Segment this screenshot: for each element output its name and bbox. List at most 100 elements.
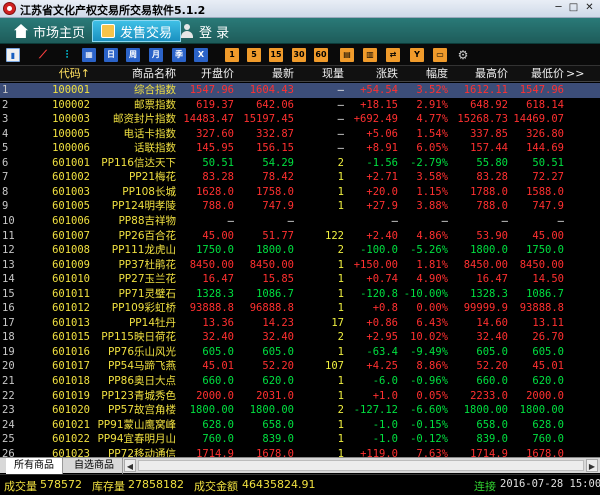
table-row[interactable]: 13 601009 PP37杜鹃花 8450.00 8450.00 1 +150.00 1.8… (0, 258, 600, 273)
table-row[interactable]: 12 601008 PP111龙虎山 1750.0 1800.0 2 -100.0 -5.26… (0, 243, 600, 258)
scroll-right-button[interactable]: ▶ (586, 459, 598, 472)
cell-last: 14.23 (262, 316, 294, 329)
line-chart-icon[interactable]: ⟋ (36, 48, 50, 62)
tab-all-products[interactable]: 所有商品 (6, 458, 63, 474)
table-row[interactable]: 24 601021 PP91蒙山鹰窝峰 628.0 658.0 1 -1.0 -0.15% 65… (0, 418, 600, 433)
header-open[interactable]: 开盘价 (178, 66, 234, 82)
cell-low: 8450.00 (519, 258, 564, 271)
scroll-left-button[interactable]: ◀ (124, 459, 136, 472)
cell-high: 1800.00 (463, 404, 508, 417)
header-change[interactable]: 涨跌 (346, 66, 398, 82)
table-row[interactable]: 7 601002 PP21梅花 83.28 78.42 1 +2.71 3.58% 83.28 7… (0, 170, 600, 185)
cell-vol: 107 (325, 360, 344, 373)
table-row[interactable]: 20 601017 PP54马蹄飞燕 45.01 52.20 107 +4.25 8.86% 5… (0, 359, 600, 374)
bar-chart-icon[interactable]: ▮ (6, 48, 20, 62)
login-label: 登 录 (199, 25, 230, 41)
table-row[interactable]: 21 601018 PP86奥日大点 660.0 620.0 1 -6.0 -0.96% 660… (0, 374, 600, 389)
cell-vol: 1 (337, 171, 344, 184)
cell-chg: +27.9 (366, 200, 398, 213)
table-row[interactable]: 10 601006 PP88吉祥物 — — — — — — (0, 214, 600, 229)
tab-market-home[interactable]: 市场主页 (6, 20, 93, 42)
cell-pct: -0.15% (410, 418, 448, 431)
table-row[interactable]: 5 100006 话联指数 145.95 156.15 — +8.91 6.05% 157.44… (0, 141, 600, 156)
cell-name: 电话卡指数 (123, 127, 177, 140)
period-month-button[interactable]: 月 (149, 48, 163, 62)
table-row[interactable]: 18 601015 PP115映日荷花 32.40 32.40 2 +2.95 10.02% 3… (0, 330, 600, 345)
table-row[interactable]: 22 601019 PP123青城秀色 2000.0 2031.0 1 +1.0 0.05% 2… (0, 389, 600, 404)
table-row[interactable]: 17 601013 PP14牡丹 13.36 14.23 17 +0.86 6.43% 14.6… (0, 316, 600, 331)
cell-vol: 1 (337, 302, 344, 315)
cell-open: 14483.47 (183, 113, 234, 126)
cell-idx: 17 (2, 316, 15, 329)
table-row[interactable]: 25 601022 PP94宜春明月山 760.0 839.0 1 -1.0 -0.12% 83… (0, 432, 600, 447)
table-row[interactable]: 23 601020 PP57故宫角楼 1800.00 1800.00 2 -127.12 -6… (0, 403, 600, 418)
table-row[interactable]: 3 100003 邮资封片指数 14483.47 15197.45 — +692.49 4.7… (0, 112, 600, 127)
calendar-icon[interactable]: ▦ (82, 48, 96, 62)
cell-idx: 11 (2, 229, 15, 242)
folder-icon[interactable]: ▭ (433, 48, 447, 62)
table-row[interactable]: 14 601010 PP27玉兰花 16.47 15.85 1 +0.74 4.90% 16.4… (0, 272, 600, 287)
cell-code: 601017 (52, 360, 90, 373)
cell-open: 83.28 (202, 171, 234, 184)
period-year-button[interactable]: Y (410, 48, 424, 62)
table-row[interactable]: 19 601016 PP76乐山风光 605.0 605.0 1 -63.4 -9.49% 60… (0, 345, 600, 360)
cell-chg: +0.8 (372, 302, 398, 315)
table-row[interactable]: 4 100005 电话卡指数 327.60 332.87 — +5.06 1.54% 337.8… (0, 127, 600, 142)
table-row[interactable]: 1 100001 综合指数 1547.96 1604.43 — +54.54 3.52% 161… (0, 83, 600, 98)
table-row[interactable]: 6 601001 PP116信达天下 50.51 54.29 2 -1.56 -2.79% 55… (0, 156, 600, 171)
table-row[interactable]: 15 601011 PP71灵璧石 1328.3 1086.7 1 -120.8 -10.00… (0, 287, 600, 302)
doc-icon[interactable]: ▤ (340, 48, 354, 62)
header-high[interactable]: 最高价 (450, 66, 508, 82)
header-code[interactable]: 代码↑ (38, 66, 90, 82)
period-60min-button[interactable]: 60 (314, 48, 328, 62)
cell-high: 99999.9 (463, 302, 508, 315)
cell-code: 100001 (52, 84, 90, 96)
chart-grid-icon[interactable]: ▥ (363, 48, 377, 62)
header-percent[interactable]: 幅度 (400, 66, 448, 82)
maximize-button[interactable]: □ (567, 2, 580, 15)
header-name[interactable]: 商品名称 (92, 66, 176, 82)
gear-icon[interactable]: ⚙ (456, 48, 470, 62)
tab-issue-trade[interactable]: 发售交易 (92, 20, 182, 42)
cell-open: 13.36 (202, 316, 234, 329)
period-15min-button[interactable]: 15 (269, 48, 283, 62)
period-week-button[interactable]: 周 (126, 48, 140, 62)
candlestick-icon[interactable]: ⫶ (60, 48, 74, 62)
cell-chg: +0.86 (366, 316, 398, 329)
cell-open: 1628.0 (196, 185, 234, 198)
login-button[interactable]: 登 录 (172, 20, 237, 42)
arrow-switch-icon[interactable]: ⇄ (386, 48, 400, 62)
period-30min-button[interactable]: 30 (292, 48, 306, 62)
period-day-button[interactable]: 日 (104, 48, 118, 62)
header-last[interactable]: 最新 (236, 66, 294, 82)
table-row[interactable]: 2 100002 邮票指数 619.37 642.06 — +18.15 2.91% 648.9… (0, 98, 600, 113)
cell-code: 601022 (52, 433, 90, 446)
horizontal-scrollbar[interactable] (138, 460, 584, 471)
minimize-button[interactable]: ─ (552, 2, 565, 15)
period-5min-button[interactable]: 5 (247, 48, 261, 62)
cell-pct: -10.00% (403, 287, 448, 300)
period-x-button[interactable]: X (194, 48, 208, 62)
cell-idx: 10 (2, 214, 15, 227)
header-volume[interactable]: 现量 (296, 66, 344, 82)
cell-high: — (501, 214, 508, 227)
cell-name: PP86奥日大点 (107, 375, 176, 387)
cell-last: 1800.0 (256, 244, 294, 257)
cell-pct: 1.54% (416, 127, 448, 140)
cell-last: 620.0 (262, 375, 294, 387)
cell-name: PP124明孝陵 (111, 200, 176, 213)
table-row[interactable]: 8 601003 PP108长城 1628.0 1758.0 1 +20.0 1.15% 178… (0, 185, 600, 200)
cell-name: PP71灵璧石 (118, 287, 176, 300)
close-button[interactable]: ✕ (583, 2, 596, 15)
table-row[interactable]: 9 601005 PP124明孝陵 788.0 747.9 1 +27.9 3.88% 788.… (0, 199, 600, 214)
more-columns-button[interactable]: >> (566, 66, 586, 82)
period-quarter-button[interactable]: 季 (172, 48, 186, 62)
header-low[interactable]: 最低价 (510, 66, 564, 82)
period-1min-button[interactable]: 1 (225, 48, 239, 62)
tab-favorites[interactable]: 自选商品 (66, 458, 123, 474)
table-row[interactable]: 11 601007 PP26百合花 45.00 51.77 122 +2.40 4.86% 53… (0, 229, 600, 244)
cell-code: 601003 (52, 185, 90, 198)
cell-low: 1800.00 (519, 404, 564, 417)
cell-low: 326.80 (526, 127, 564, 140)
table-row[interactable]: 16 601012 PP109彩虹桥 93888.8 96888.8 1 +0.8 0.00%… (0, 301, 600, 316)
